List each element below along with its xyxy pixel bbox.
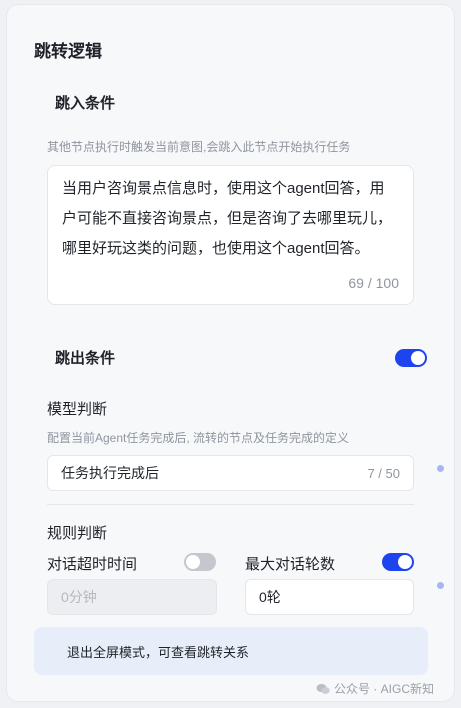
timeout-label: 对话超时时间: [47, 556, 138, 573]
exit-condition-title: 跳出条件: [55, 350, 116, 367]
max-turns-value: 0轮: [259, 589, 281, 605]
entry-condition-text: 当用户咨询景点信息时，使用这个agent回答，用户可能不直接咨询景点，但是咨询了…: [62, 180, 393, 257]
exit-condition-toggle[interactable]: [395, 349, 427, 367]
timeout-toggle[interactable]: [184, 553, 216, 571]
connector-dot[interactable]: [437, 582, 444, 589]
max-turns-label: 最大对话轮数: [245, 556, 336, 573]
model-judgement-label: 模型判断: [47, 401, 108, 418]
rule-judgement-label: 规则判断: [47, 525, 108, 542]
model-judgement-hint: 配置当前Agent任务完成后, 流转的节点及任务完成的定义: [47, 431, 350, 445]
watermark: 公众号 · AIGC新知: [316, 680, 434, 697]
watermark-text: 公众号 · AIGC新知: [334, 682, 435, 696]
connector-dot[interactable]: [437, 465, 444, 472]
wechat-icon: [316, 683, 330, 694]
entry-condition-title: 跳入条件: [55, 95, 116, 112]
banner-text: 退出全屏模式，可查看跳转关系: [67, 644, 250, 660]
toggle-knob: [398, 555, 412, 569]
toggle-knob: [411, 351, 425, 365]
panel-title: 跳转逻辑: [34, 42, 102, 61]
timeout-input: 0分钟: [47, 579, 217, 615]
jump-logic-panel: 跳转逻辑 跳入条件 其他节点执行时触发当前意图,会跳入此节点开始执行任务 当用户…: [6, 4, 455, 702]
entry-condition-hint: 其他节点执行时触发当前意图,会跳入此节点开始执行任务: [47, 140, 351, 154]
entry-condition-textarea[interactable]: 当用户咨询景点信息时，使用这个agent回答，用户可能不直接咨询景点，但是咨询了…: [47, 165, 414, 305]
section-divider: [47, 504, 414, 505]
entry-char-counter: 69 / 100: [348, 275, 399, 291]
max-turns-toggle[interactable]: [382, 553, 414, 571]
model-judgement-input[interactable]: 任务执行完成后 7 / 50: [47, 455, 414, 491]
toggle-knob: [186, 555, 200, 569]
model-judgement-counter: 7 / 50: [367, 465, 400, 481]
fullscreen-exit-banner[interactable]: 退出全屏模式，可查看跳转关系: [34, 627, 428, 675]
model-judgement-value: 任务执行完成后: [61, 465, 159, 481]
timeout-value: 0分钟: [61, 589, 97, 605]
max-turns-input[interactable]: 0轮: [245, 579, 414, 615]
